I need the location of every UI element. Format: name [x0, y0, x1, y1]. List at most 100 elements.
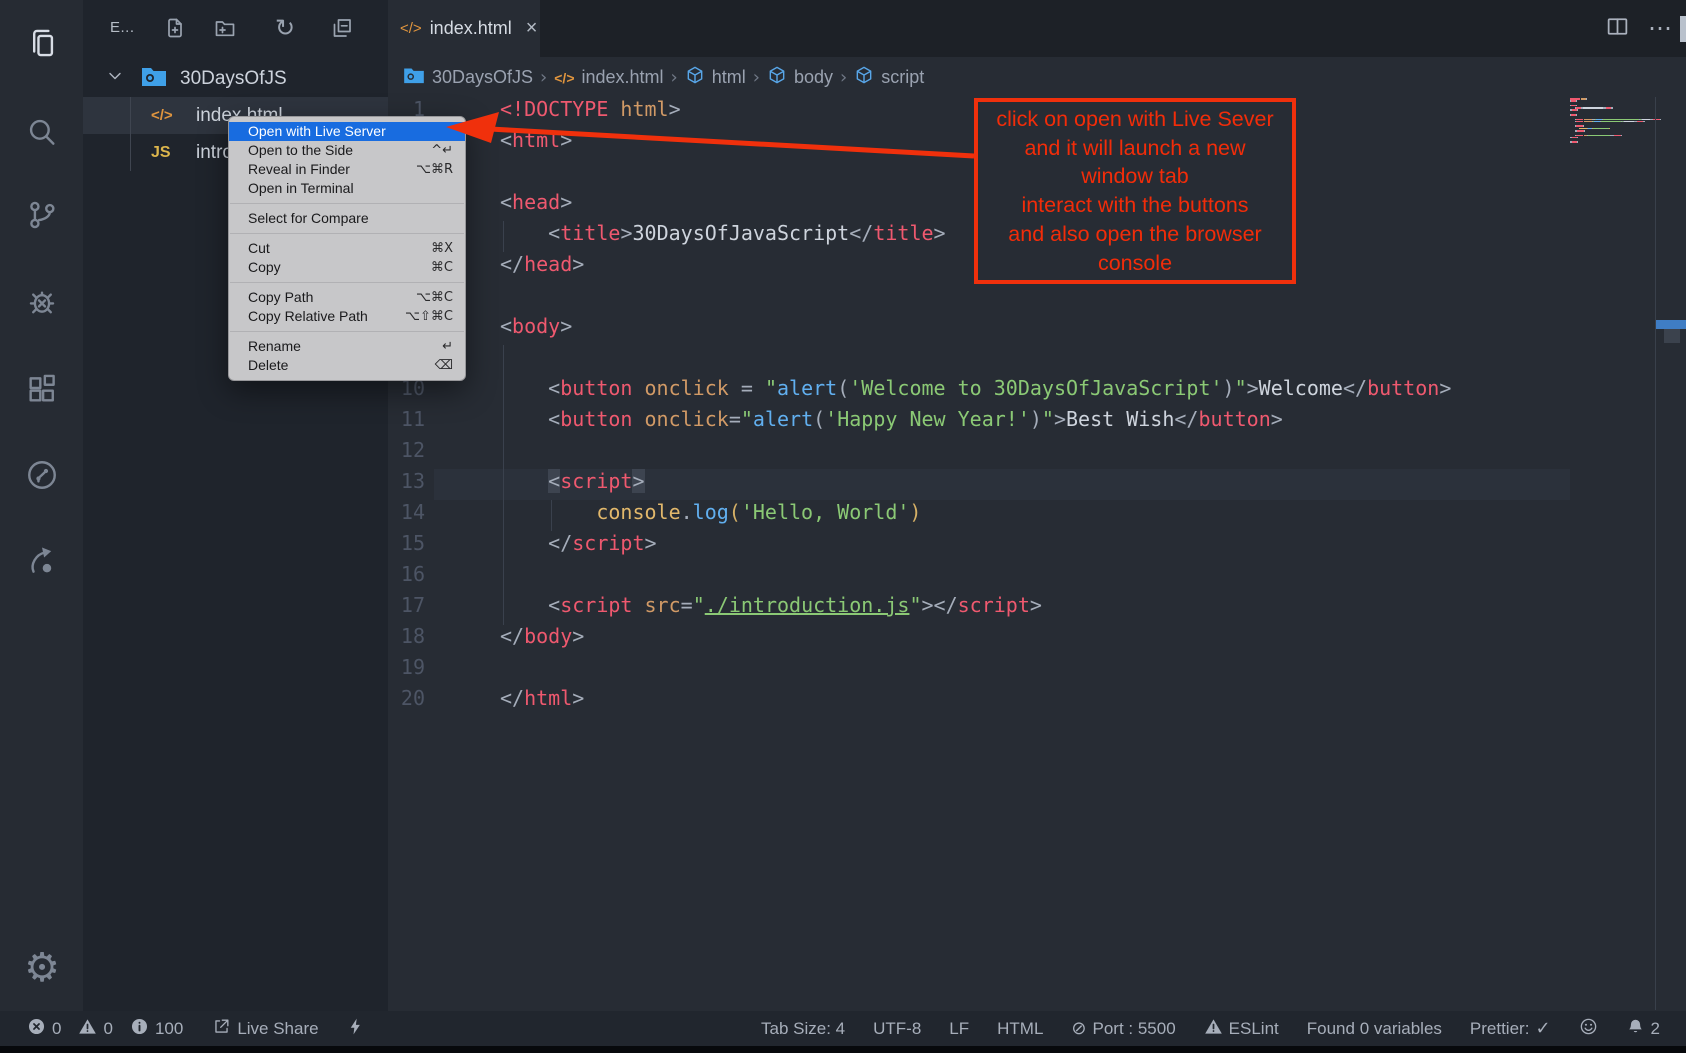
breadcrumb-separator: ›: [671, 67, 678, 88]
menu-item-label: Delete: [248, 356, 288, 375]
context-menu-item-open-in-terminal[interactable]: Open in Terminal: [229, 179, 465, 198]
line-number: 11: [388, 407, 425, 431]
code-line-19[interactable]: 19: [388, 655, 1588, 686]
scrollbar-thumb[interactable]: [1664, 329, 1680, 343]
refresh-icon[interactable]: ↻: [271, 14, 299, 42]
scrollbar-sliver: [1680, 16, 1686, 42]
explorer-title: E...: [110, 19, 135, 36]
status-item-label: 0: [52, 1019, 61, 1039]
live-share-icon[interactable]: [19, 538, 65, 584]
code-line-7[interactable]: 7: [388, 283, 1588, 314]
menu-item-shortcut: ⌥⇧⌘C: [405, 307, 453, 326]
context-menu-item-copy[interactable]: Copy⌘C: [229, 258, 465, 277]
tab-bar: </> index.html × ⋯: [388, 0, 1686, 57]
code-text: </html>: [500, 686, 584, 710]
files-icon[interactable]: [19, 20, 65, 66]
status-item-utf-8[interactable]: UTF-8: [873, 1019, 921, 1039]
status-item-2[interactable]: 2: [1626, 1017, 1660, 1041]
code-line-17[interactable]: 17 <script src="./introduction.js"></scr…: [388, 593, 1588, 624]
status-item-label: 0: [103, 1019, 112, 1039]
explorer-header: E... ↻: [83, 0, 388, 57]
code-line-8[interactable]: 8<body>: [388, 314, 1588, 345]
code-line-11[interactable]: 11 <button onclick="alert('Happy New Yea…: [388, 407, 1588, 438]
breadcrumb-item-html[interactable]: html: [685, 65, 746, 90]
tree-root-folder[interactable]: 30DaysOfJS: [83, 60, 388, 97]
code-text: <script src="./introduction.js"></script…: [500, 593, 1042, 617]
code-line-20[interactable]: 20</html>: [388, 686, 1588, 717]
menu-item-label: Copy Path: [248, 288, 313, 307]
split-editor-icon[interactable]: [1605, 14, 1630, 44]
context-menu-item-cut[interactable]: Cut⌘X: [229, 239, 465, 258]
code-line-14[interactable]: 14 console.log('Hello, World'): [388, 500, 1588, 531]
code-line-15[interactable]: 15 </script>: [388, 531, 1588, 562]
status-item-eslint[interactable]: ESLint: [1204, 1017, 1279, 1041]
window-bottom-edge: [0, 1046, 1686, 1053]
line-number: 19: [388, 655, 425, 679]
context-menu-item-rename[interactable]: Rename↵: [229, 337, 465, 356]
close-icon[interactable]: ×: [526, 17, 538, 40]
context-menu-item-open-with-live-server[interactable]: Open with Live Server: [229, 122, 465, 141]
html-file-icon: </>: [554, 70, 574, 86]
code-text: <title>30DaysOfJavaScript</title>: [500, 221, 946, 245]
extensions-icon[interactable]: [19, 366, 65, 412]
status-item-found-0-variables[interactable]: Found 0 variables: [1307, 1019, 1442, 1039]
status-item-tab-size-4[interactable]: Tab Size: 4: [761, 1019, 845, 1039]
status-item-0[interactable]: 0: [27, 1017, 61, 1041]
status-item-label: Live Share: [237, 1019, 318, 1039]
code-line-18[interactable]: 18</body>: [388, 624, 1588, 655]
status-item-lf[interactable]: LF: [949, 1019, 969, 1039]
more-actions-icon[interactable]: ⋯: [1648, 14, 1672, 43]
context-menu-item-copy-path[interactable]: Copy Path⌥⌘C: [229, 288, 465, 307]
status-item-prettier-[interactable]: Prettier:✓: [1470, 1019, 1551, 1039]
menu-item-label: Copy Relative Path: [248, 307, 368, 326]
breadcrumb-item-script[interactable]: script: [854, 65, 924, 90]
source-control-icon[interactable]: [19, 192, 65, 238]
status-item-100[interactable]: 100: [130, 1017, 183, 1041]
minimap[interactable]: [1570, 98, 1650, 144]
status-item-port-5500[interactable]: ⊘Port : 5500: [1071, 1019, 1175, 1039]
menu-item-label: Open with Live Server: [248, 122, 386, 141]
context-menu-item-delete[interactable]: Delete⌫: [229, 356, 465, 375]
status-item-html[interactable]: HTML: [997, 1019, 1043, 1039]
chevron-down-icon: [105, 66, 125, 92]
debug-icon[interactable]: [19, 279, 65, 325]
tab-index-html[interactable]: </> index.html ×: [388, 0, 540, 57]
vscode-window: ⚙ E... ↻ 30DaysOfJS </> index.html JS in…: [0, 0, 1686, 1053]
history-circle-icon[interactable]: [19, 452, 65, 498]
search-icon[interactable]: [19, 109, 65, 155]
code-text: <body>: [500, 314, 572, 338]
html-file-icon: </>: [151, 107, 173, 124]
code-line-16[interactable]: 16: [388, 562, 1588, 593]
line-number: 14: [388, 500, 425, 524]
context-menu-item-reveal-in-finder[interactable]: Reveal in Finder⌥⌘R: [229, 160, 465, 179]
bell-icon: [1626, 1017, 1645, 1041]
code-line-13[interactable]: 13 <script>: [388, 469, 1588, 500]
context-menu-item-copy-relative-path[interactable]: Copy Relative Path ⌥⇧⌘C: [229, 307, 465, 326]
status-item-label: LF: [949, 1019, 969, 1039]
code-line-9[interactable]: 9: [388, 345, 1588, 376]
code-text: <head>: [500, 190, 572, 214]
menu-item-label: Open in Terminal: [248, 179, 354, 198]
code-line-12[interactable]: 12: [388, 438, 1588, 469]
code-line-10[interactable]: 10 <button onclick = "alert('Welcome to …: [388, 376, 1588, 407]
status-item-label: 100: [155, 1019, 183, 1039]
status-item-0[interactable]: 0: [78, 1017, 112, 1041]
line-number: 15: [388, 531, 425, 555]
status-item-lightning-icon[interactable]: [346, 1017, 365, 1041]
context-menu-item-open-to-the-side[interactable]: Open to the Side^↵: [229, 141, 465, 160]
context-menu-item-select-for-compare[interactable]: Select for Compare: [229, 209, 465, 228]
menu-separator: [230, 233, 464, 234]
new-folder-icon[interactable]: [211, 14, 239, 42]
breadcrumb-item-30DaysOfJS[interactable]: 30DaysOfJS: [403, 66, 533, 89]
status-item-live-share[interactable]: Live Share: [212, 1017, 318, 1041]
menu-item-label: Select for Compare: [248, 209, 369, 228]
collapse-all-icon[interactable]: [328, 14, 356, 42]
status-item-label: Port : 5500: [1093, 1019, 1176, 1039]
breadcrumb-item-body[interactable]: body: [767, 65, 833, 90]
menu-item-label: Copy: [248, 258, 281, 277]
annotation-box: click on open with Live Severand it will…: [974, 98, 1296, 284]
new-file-icon[interactable]: [161, 14, 189, 42]
breadcrumb-item-index.html[interactable]: </>index.html: [554, 67, 663, 88]
status-item-smiley-icon[interactable]: [1579, 1017, 1598, 1041]
settings-gear-icon[interactable]: ⚙: [19, 945, 65, 991]
